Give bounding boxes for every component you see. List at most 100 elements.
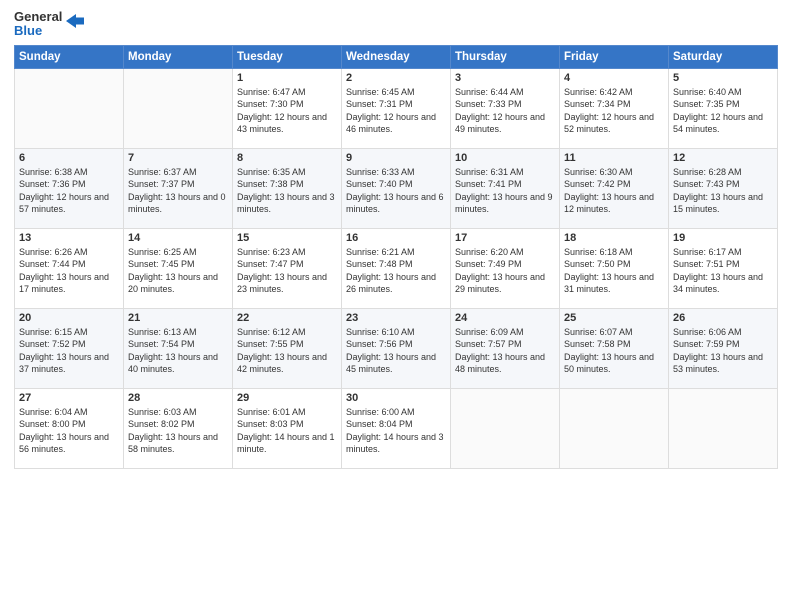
calendar-week-row: 6 Sunrise: 6:38 AM Sunset: 7:36 PM Daylig… [15, 148, 778, 228]
calendar-day-cell: 17 Sunrise: 6:20 AM Sunset: 7:49 PM Dayli… [451, 228, 560, 308]
calendar-day-cell: 13Sunrise: 6:26 AM Sunset: 7:44 PM Dayli… [15, 228, 124, 308]
calendar-day-cell: 2Sunrise: 6:45 AM Sunset: 7:31 PM Daylig… [342, 68, 451, 148]
day-info: Sunrise: 6:23 AM Sunset: 7:47 PM Dayligh… [237, 246, 337, 296]
day-number: 26 [673, 312, 773, 324]
calendar-day-cell [669, 388, 778, 468]
calendar-day-cell: 19 Sunrise: 6:17 AM Sunset: 7:51 PM Dayli… [669, 228, 778, 308]
day-info: Sunrise: 6:38 AM Sunset: 7:36 PM Dayligh… [19, 166, 119, 216]
day-info: Sunrise: 6:09 AM Sunset: 7:57 PM Dayligh… [455, 326, 555, 376]
day-number: 21 [128, 312, 228, 324]
calendar-day-cell: 10Sunrise: 6:31 AM Sunset: 7:41 PM Dayli… [451, 148, 560, 228]
calendar-day-cell: 14Sunrise: 6:25 AM Sunset: 7:45 PM Dayli… [124, 228, 233, 308]
day-number: 27 [19, 392, 119, 404]
day-number: 4 [564, 72, 664, 84]
calendar-day-cell [124, 68, 233, 148]
day-number: 1 [237, 72, 337, 84]
weekday-header-row: SundayMondayTuesdayWednesdayThursdayFrid… [15, 45, 778, 68]
day-number: 13 [19, 232, 119, 244]
calendar-day-cell: 23 Sunrise: 6:10 AM Sunset: 7:56 PM Dayli… [342, 308, 451, 388]
day-info: Sunrise: 6:15 AM Sunset: 7:52 PM Dayligh… [19, 326, 119, 376]
day-info: Sunrise: 6:00 AM Sunset: 8:04 PM Dayligh… [346, 406, 446, 456]
calendar-day-cell: 27 Sunrise: 6:04 AM Sunset: 8:00 PM Dayli… [15, 388, 124, 468]
day-info: Sunrise: 6:18 AM Sunset: 7:50 PM Dayligh… [564, 246, 664, 296]
weekday-header-cell: Thursday [451, 45, 560, 68]
day-info: Sunrise: 6:40 AM Sunset: 7:35 PM Dayligh… [673, 86, 773, 136]
day-number: 23 [346, 312, 446, 324]
calendar-day-cell: 3Sunrise: 6:44 AM Sunset: 7:33 PM Daylig… [451, 68, 560, 148]
calendar-day-cell [451, 388, 560, 468]
day-number: 18 [564, 232, 664, 244]
day-number: 8 [237, 152, 337, 164]
day-info: Sunrise: 6:10 AM Sunset: 7:56 PM Dayligh… [346, 326, 446, 376]
calendar-day-cell: 7Sunrise: 6:37 AM Sunset: 7:37 PM Daylig… [124, 148, 233, 228]
calendar-day-cell: 29 Sunrise: 6:01 AM Sunset: 8:03 PM Dayli… [233, 388, 342, 468]
day-info: Sunrise: 6:12 AM Sunset: 7:55 PM Dayligh… [237, 326, 337, 376]
day-info: Sunrise: 6:35 AM Sunset: 7:38 PM Dayligh… [237, 166, 337, 216]
calendar-week-row: 1 Sunrise: 6:47 AM Sunset: 7:30 PM Daylig… [15, 68, 778, 148]
day-number: 29 [237, 392, 337, 404]
weekday-header-cell: Saturday [669, 45, 778, 68]
day-number: 5 [673, 72, 773, 84]
calendar-day-cell: 26 Sunrise: 6:06 AM Sunset: 7:59 PM Dayli… [669, 308, 778, 388]
calendar-day-cell: 22 Sunrise: 6:12 AM Sunset: 7:55 PM Dayli… [233, 308, 342, 388]
calendar-body: 1 Sunrise: 6:47 AM Sunset: 7:30 PM Daylig… [15, 68, 778, 468]
day-info: Sunrise: 6:21 AM Sunset: 7:48 PM Dayligh… [346, 246, 446, 296]
day-info: Sunrise: 6:30 AM Sunset: 7:42 PM Dayligh… [564, 166, 664, 216]
day-info: Sunrise: 6:20 AM Sunset: 7:49 PM Dayligh… [455, 246, 555, 296]
day-info: Sunrise: 6:28 AM Sunset: 7:43 PM Dayligh… [673, 166, 773, 216]
day-number: 24 [455, 312, 555, 324]
day-info: Sunrise: 6:42 AM Sunset: 7:34 PM Dayligh… [564, 86, 664, 136]
day-info: Sunrise: 6:47 AM Sunset: 7:30 PM Dayligh… [237, 86, 337, 136]
calendar-day-cell: 16 Sunrise: 6:21 AM Sunset: 7:48 PM Dayli… [342, 228, 451, 308]
calendar-day-cell: 24 Sunrise: 6:09 AM Sunset: 7:57 PM Dayli… [451, 308, 560, 388]
logo: General Blue [14, 10, 86, 39]
day-info: Sunrise: 6:13 AM Sunset: 7:54 PM Dayligh… [128, 326, 228, 376]
day-number: 30 [346, 392, 446, 404]
day-info: Sunrise: 6:17 AM Sunset: 7:51 PM Dayligh… [673, 246, 773, 296]
day-info: Sunrise: 6:25 AM Sunset: 7:45 PM Dayligh… [128, 246, 228, 296]
weekday-header-cell: Monday [124, 45, 233, 68]
calendar-day-cell: 5 Sunrise: 6:40 AM Sunset: 7:35 PM Daylig… [669, 68, 778, 148]
weekday-header-cell: Tuesday [233, 45, 342, 68]
calendar-day-cell: 1 Sunrise: 6:47 AM Sunset: 7:30 PM Daylig… [233, 68, 342, 148]
calendar-week-row: 13Sunrise: 6:26 AM Sunset: 7:44 PM Dayli… [15, 228, 778, 308]
weekday-header-cell: Sunday [15, 45, 124, 68]
day-number: 25 [564, 312, 664, 324]
day-info: Sunrise: 6:37 AM Sunset: 7:37 PM Dayligh… [128, 166, 228, 216]
day-number: 22 [237, 312, 337, 324]
page-header: General Blue [14, 10, 778, 39]
day-info: Sunrise: 6:04 AM Sunset: 8:00 PM Dayligh… [19, 406, 119, 456]
day-number: 2 [346, 72, 446, 84]
calendar-day-cell: 4 Sunrise: 6:42 AM Sunset: 7:34 PM Daylig… [560, 68, 669, 148]
day-number: 3 [455, 72, 555, 84]
calendar-day-cell: 28Sunrise: 6:03 AM Sunset: 8:02 PM Dayli… [124, 388, 233, 468]
day-info: Sunrise: 6:33 AM Sunset: 7:40 PM Dayligh… [346, 166, 446, 216]
weekday-header-cell: Wednesday [342, 45, 451, 68]
day-number: 12 [673, 152, 773, 164]
day-info: Sunrise: 6:06 AM Sunset: 7:59 PM Dayligh… [673, 326, 773, 376]
calendar-day-cell: 21 Sunrise: 6:13 AM Sunset: 7:54 PM Dayli… [124, 308, 233, 388]
day-info: Sunrise: 6:31 AM Sunset: 7:41 PM Dayligh… [455, 166, 555, 216]
day-number: 15 [237, 232, 337, 244]
calendar-week-row: 27 Sunrise: 6:04 AM Sunset: 8:00 PM Dayli… [15, 388, 778, 468]
calendar-page: General Blue SundayMondayTuesdayWednesda… [0, 0, 792, 612]
day-info: Sunrise: 6:01 AM Sunset: 8:03 PM Dayligh… [237, 406, 337, 456]
day-number: 6 [19, 152, 119, 164]
calendar-day-cell: 20Sunrise: 6:15 AM Sunset: 7:52 PM Dayli… [15, 308, 124, 388]
calendar-day-cell: 25 Sunrise: 6:07 AM Sunset: 7:58 PM Dayli… [560, 308, 669, 388]
calendar-week-row: 20Sunrise: 6:15 AM Sunset: 7:52 PM Dayli… [15, 308, 778, 388]
calendar-day-cell: 8 Sunrise: 6:35 AM Sunset: 7:38 PM Daylig… [233, 148, 342, 228]
calendar-day-cell: 9Sunrise: 6:33 AM Sunset: 7:40 PM Daylig… [342, 148, 451, 228]
day-number: 28 [128, 392, 228, 404]
calendar-day-cell: 12 Sunrise: 6:28 AM Sunset: 7:43 PM Dayli… [669, 148, 778, 228]
calendar-day-cell: 11 Sunrise: 6:30 AM Sunset: 7:42 PM Dayli… [560, 148, 669, 228]
day-number: 16 [346, 232, 446, 244]
calendar-table: SundayMondayTuesdayWednesdayThursdayFrid… [14, 45, 778, 469]
day-number: 11 [564, 152, 664, 164]
day-number: 19 [673, 232, 773, 244]
day-number: 17 [455, 232, 555, 244]
calendar-day-cell: 18 Sunrise: 6:18 AM Sunset: 7:50 PM Dayli… [560, 228, 669, 308]
day-info: Sunrise: 6:07 AM Sunset: 7:58 PM Dayligh… [564, 326, 664, 376]
calendar-day-cell [15, 68, 124, 148]
calendar-day-cell [560, 388, 669, 468]
